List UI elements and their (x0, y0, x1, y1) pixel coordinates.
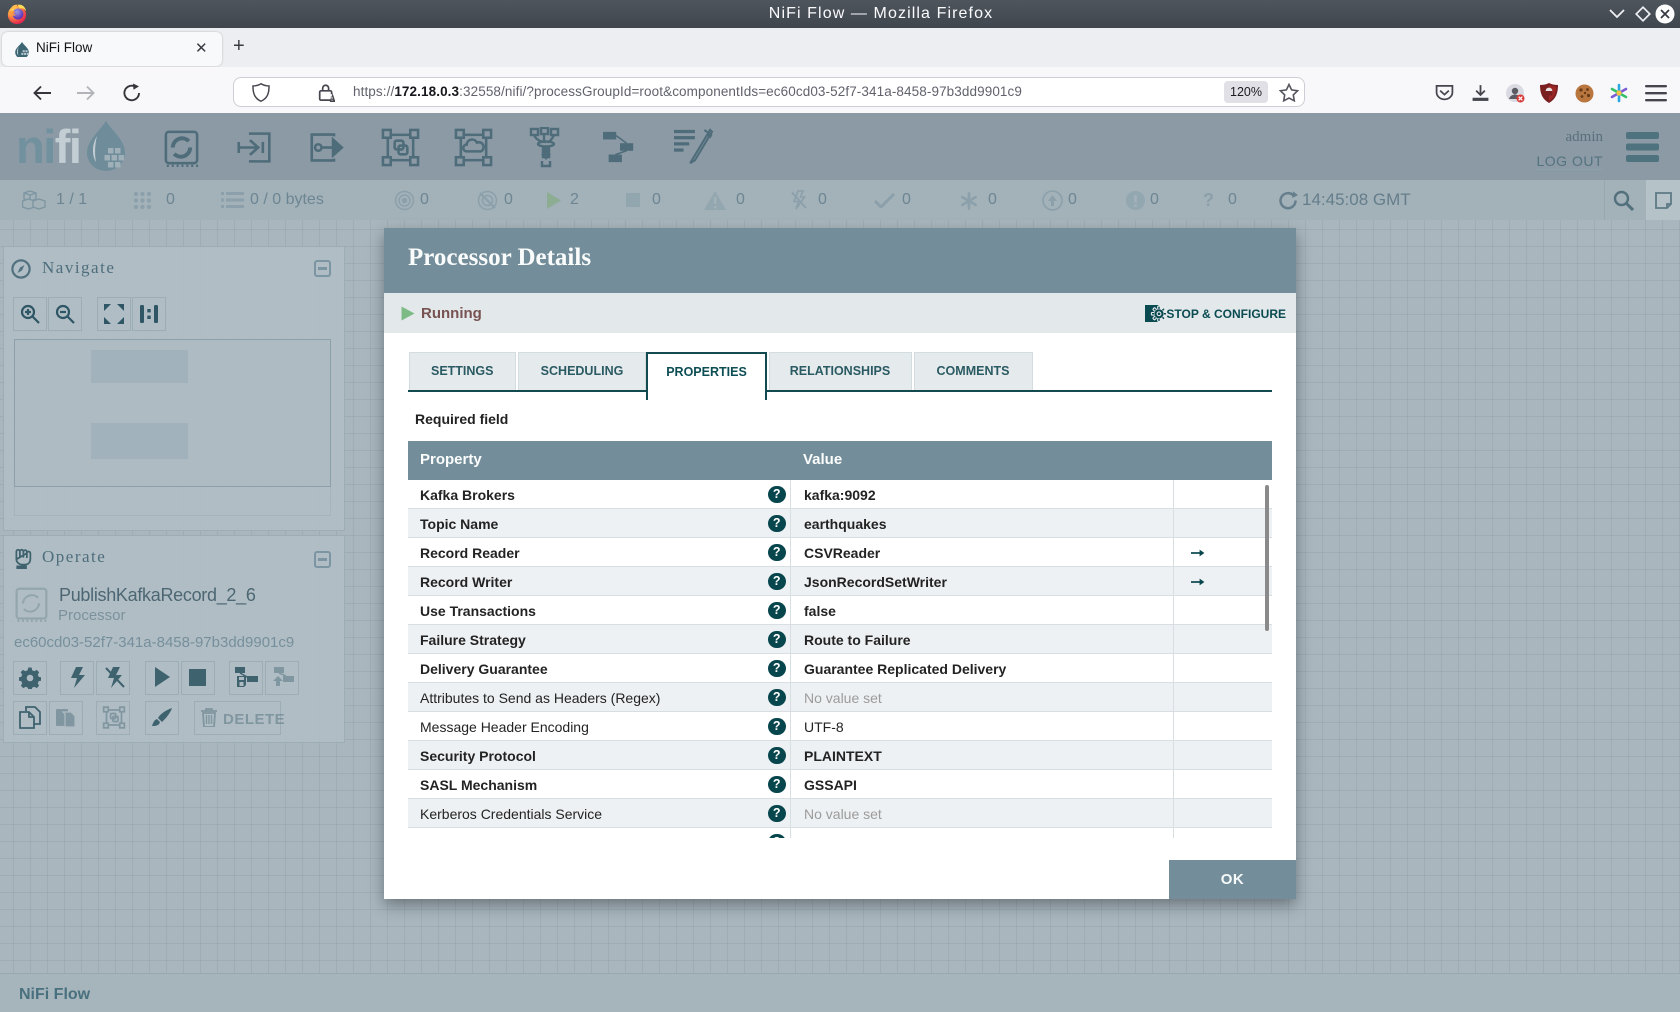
svg-text:!: ! (331, 97, 333, 102)
